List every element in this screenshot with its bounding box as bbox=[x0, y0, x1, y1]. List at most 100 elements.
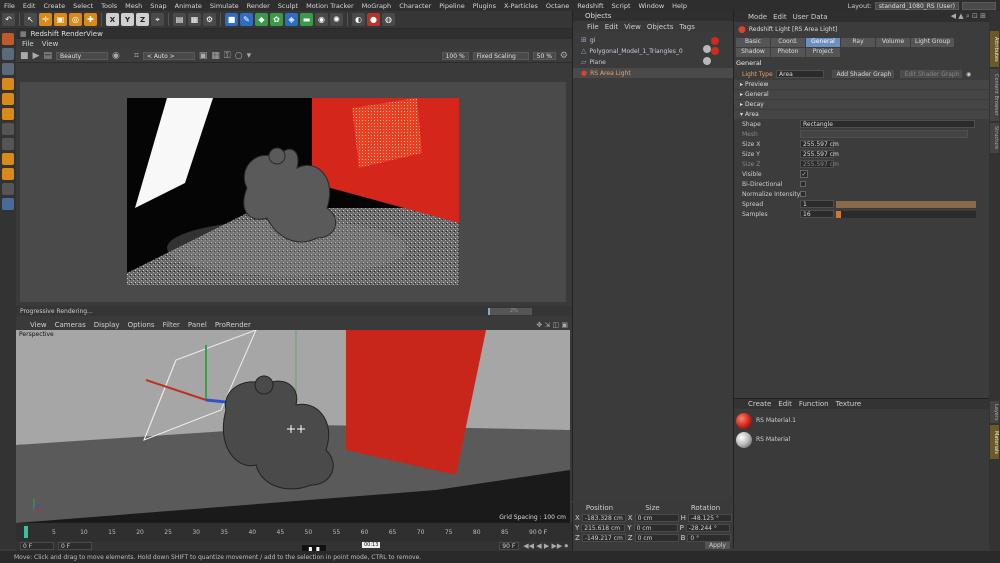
axis-icon[interactable] bbox=[2, 123, 14, 135]
renderview-menu-view[interactable]: View bbox=[42, 40, 59, 48]
timeline[interactable]: 051015202530354045505560657075808590 0 F bbox=[16, 523, 572, 541]
camera-icon[interactable]: ◉ bbox=[315, 13, 328, 26]
objects-menu-objects[interactable]: Objects bbox=[647, 23, 673, 31]
attributes-menu-userdata[interactable]: User Data bbox=[793, 13, 828, 21]
size-y-field[interactable]: 0 cm bbox=[633, 524, 678, 532]
texture-mode-icon[interactable] bbox=[2, 63, 14, 75]
objects-menu-file[interactable]: File bbox=[587, 23, 599, 31]
material-menu-create[interactable]: Create bbox=[748, 400, 771, 408]
rotation-b-field[interactable]: 0 ° bbox=[687, 534, 732, 542]
tab-volume[interactable]: Volume bbox=[876, 38, 910, 47]
menu-render[interactable]: Render bbox=[243, 2, 274, 10]
samples-field[interactable]: 16 bbox=[800, 210, 834, 218]
spread-field[interactable]: 1 bbox=[800, 200, 834, 208]
objects-menu-view[interactable]: View bbox=[624, 23, 641, 31]
tab-structure[interactable]: Structure bbox=[990, 123, 999, 153]
size-z-field[interactable]: 255.597 cm bbox=[800, 160, 839, 168]
size-y-field[interactable]: 255.597 cm bbox=[800, 150, 839, 158]
menu-octane[interactable]: Octane bbox=[542, 2, 573, 10]
layout-icons[interactable] bbox=[962, 1, 996, 10]
menu-select[interactable]: Select bbox=[69, 2, 97, 10]
snap-icon[interactable] bbox=[2, 153, 14, 165]
tab-general[interactable]: General bbox=[806, 38, 840, 47]
renderview-menu-file[interactable]: File bbox=[22, 40, 34, 48]
play-icon[interactable]: ▶ bbox=[33, 51, 40, 61]
zoom-dropdown[interactable]: 100 % bbox=[441, 51, 469, 60]
menu-sculpt[interactable]: Sculpt bbox=[274, 2, 302, 10]
viewport-menu-view[interactable]: View bbox=[30, 321, 47, 329]
position-x-field[interactable]: -183.328 cm bbox=[581, 514, 626, 522]
group-area[interactable]: ▾ Area bbox=[734, 110, 990, 119]
tweak-icon[interactable] bbox=[2, 138, 14, 150]
objects-menu-tags[interactable]: Tags bbox=[679, 23, 695, 31]
group-decay[interactable]: ▸ Decay bbox=[734, 100, 990, 109]
material-menu-edit[interactable]: Edit bbox=[778, 400, 792, 408]
menu-file[interactable]: File bbox=[0, 2, 19, 10]
visible-checkbox[interactable]: ✓ bbox=[800, 170, 808, 178]
select-icon[interactable]: ↖ bbox=[24, 13, 37, 26]
viewport-menu-options[interactable]: Options bbox=[128, 321, 155, 329]
render-settings-icon[interactable]: ⚙ bbox=[203, 13, 216, 26]
menu-motion-tracker[interactable]: Motion Tracker bbox=[302, 2, 358, 10]
tab-ray[interactable]: Ray bbox=[841, 38, 875, 47]
snapshot-icon[interactable]: ▣ bbox=[199, 51, 208, 61]
render-view-icon[interactable]: ▤ bbox=[173, 13, 186, 26]
circle-icon[interactable]: ○ bbox=[235, 51, 243, 61]
graph-options-icon[interactable]: ◉ bbox=[966, 71, 971, 78]
render-image[interactable] bbox=[127, 98, 459, 285]
material-item[interactable]: RS Material bbox=[734, 430, 990, 449]
scaling-dropdown[interactable]: Fixed Scaling bbox=[472, 51, 529, 60]
viewport-menu-display[interactable]: Display bbox=[94, 321, 120, 329]
menu-mesh[interactable]: Mesh bbox=[121, 2, 146, 10]
edges-mode-icon[interactable] bbox=[2, 93, 14, 105]
array-icon[interactable]: ✿ bbox=[270, 13, 283, 26]
position-y-field[interactable]: 215.618 cm bbox=[581, 524, 626, 532]
x-axis-button[interactable]: X bbox=[106, 13, 119, 26]
camera-dropdown[interactable]: < Auto > bbox=[142, 51, 195, 60]
light-type-dropdown[interactable]: Area bbox=[776, 70, 824, 78]
z-axis-button[interactable]: Z bbox=[136, 13, 149, 26]
grid-view-icon[interactable]: ▦ bbox=[211, 51, 220, 61]
options-icon[interactable]: ▾ bbox=[247, 51, 252, 61]
viewport-menu-prorender[interactable]: ProRender bbox=[215, 321, 251, 329]
rotate-icon[interactable]: ◎ bbox=[69, 13, 82, 26]
viewport-nav-icons[interactable]: ✥ ⇲ ◫ ▣ bbox=[536, 321, 572, 329]
menu-simulate[interactable]: Simulate bbox=[206, 2, 243, 10]
redshift-icon[interactable]: ◐ bbox=[352, 13, 365, 26]
grid-icon[interactable] bbox=[2, 198, 14, 210]
lock-icon[interactable] bbox=[2, 183, 14, 195]
menu-snap[interactable]: Snap bbox=[146, 2, 170, 10]
polygons-mode-icon[interactable] bbox=[2, 108, 14, 120]
menu-window[interactable]: Window bbox=[635, 2, 669, 10]
edit-shader-graph-button[interactable]: Edit Shader Graph bbox=[900, 70, 962, 78]
menu-edit[interactable]: Edit bbox=[19, 2, 40, 10]
material-tag-icon[interactable] bbox=[711, 37, 719, 45]
deformer-icon[interactable]: ◈ bbox=[285, 13, 298, 26]
size-x-field[interactable]: 255.597 cm bbox=[800, 140, 839, 148]
model-mode-icon[interactable] bbox=[2, 48, 14, 60]
crop-icon[interactable]: ⌗ bbox=[134, 51, 139, 61]
material-tag-icon[interactable] bbox=[703, 57, 711, 65]
subdivision-icon[interactable]: ◆ bbox=[255, 13, 268, 26]
timeline-cursor[interactable] bbox=[24, 526, 28, 538]
perspective-viewport[interactable]: Perspective Grid Spacing : 100 cm bbox=[16, 330, 570, 523]
menu-x-particles[interactable]: X-Particles bbox=[500, 2, 542, 10]
group-general[interactable]: ▸ General bbox=[734, 90, 990, 99]
tab-coord[interactable]: Coord. bbox=[771, 38, 805, 47]
bidirectional-checkbox[interactable] bbox=[800, 181, 806, 187]
tab-attributes[interactable]: Attributes bbox=[990, 31, 999, 67]
stop-icon[interactable]: ■ bbox=[20, 51, 29, 61]
menu-plugins[interactable]: Plugins bbox=[469, 2, 500, 10]
shape-dropdown[interactable]: Rectangle bbox=[800, 120, 975, 128]
menu-redshift[interactable]: Redshift bbox=[573, 2, 607, 10]
floor-icon[interactable]: ▬ bbox=[300, 13, 313, 26]
points-mode-icon[interactable] bbox=[2, 78, 14, 90]
menu-script[interactable]: Script bbox=[608, 2, 635, 10]
normalize-checkbox[interactable] bbox=[800, 191, 806, 197]
samples-slider[interactable] bbox=[836, 210, 976, 218]
material-item[interactable]: RS Material.1 bbox=[734, 411, 990, 430]
position-z-field[interactable]: -149.217 cm bbox=[581, 534, 626, 542]
viewport-menu-panel[interactable]: Panel bbox=[188, 321, 207, 329]
material-tag-icon[interactable] bbox=[711, 47, 719, 55]
move-icon[interactable]: ✛ bbox=[39, 13, 52, 26]
